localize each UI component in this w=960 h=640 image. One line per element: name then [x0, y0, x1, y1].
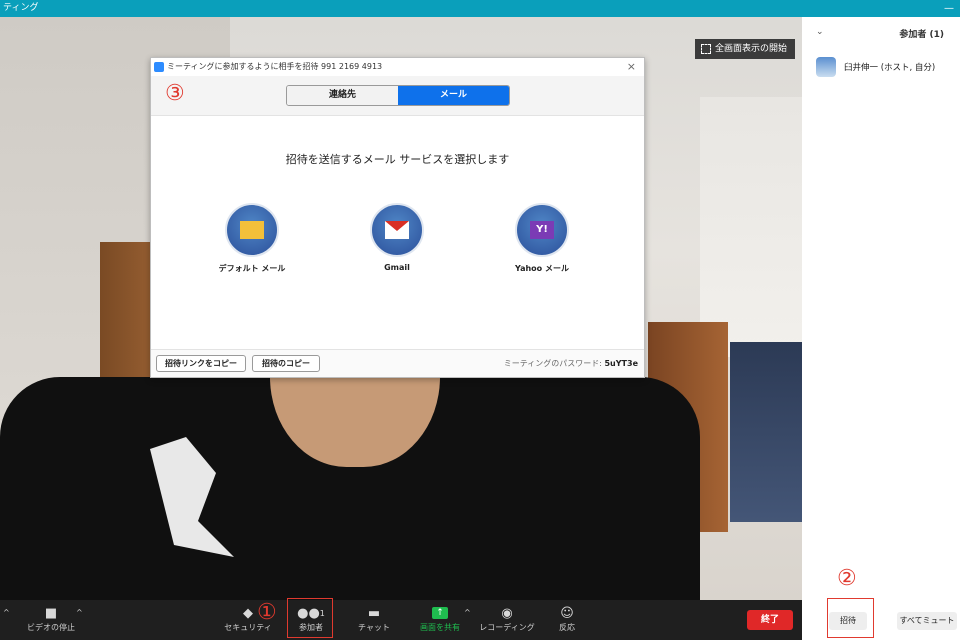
smiley-icon: ☺	[560, 605, 574, 621]
tab-email[interactable]: メール	[398, 86, 509, 105]
close-icon[interactable]: ×	[627, 58, 636, 76]
fullscreen-icon	[701, 44, 711, 54]
participant-name: 臼井伸一 (ホスト, 自分)	[844, 63, 936, 73]
email-services: デフォルト メール Gmail Y! Yahoo メール	[151, 203, 644, 283]
dialog-titlebar: ミーティングに参加するように相手を招待 991 2169 4913 ×	[151, 58, 644, 76]
share-screen-label: 画面を共有	[420, 623, 460, 632]
invite-dialog: ミーティングに参加するように相手を招待 991 2169 4913 × 連絡先 …	[150, 57, 645, 378]
participant-row[interactable]: 臼井伸一 (ホスト, 自分)	[816, 57, 935, 77]
service-label: Yahoo メール	[515, 264, 569, 273]
participants-panel: ⌄ 参加者 (1) 臼井伸一 (ホスト, 自分) 招待 すべてミュート	[802, 17, 960, 640]
panel-header: ⌄ 参加者 (1)	[802, 25, 960, 43]
panel-title: 参加者 (1)	[899, 30, 944, 40]
service-label: Gmail	[384, 263, 410, 272]
dialog-title: ミーティングに参加するように相手を招待 991 2169 4913	[167, 62, 383, 71]
default-mail-icon	[225, 203, 279, 257]
video-caret-icon[interactable]: ^	[76, 608, 83, 617]
reactions-label: 反応	[559, 623, 575, 632]
meeting-password: ミーティングのパスワード: 5uYT3e	[504, 358, 638, 369]
fullscreen-label: 全画面表示の開始	[715, 44, 788, 54]
service-yahoo-mail[interactable]: Y! Yahoo メール	[487, 203, 597, 274]
avatar	[816, 57, 836, 77]
stop-video-label: ビデオの停止	[27, 623, 75, 632]
copy-invitation-button[interactable]: 招待のコピー	[252, 355, 320, 372]
dialog-footer: 招待リンクをコピー 招待のコピー ミーティングのパスワード: 5uYT3e	[151, 349, 644, 377]
chat-label: チャット	[358, 623, 390, 632]
reactions-button[interactable]: ☺ 反応	[532, 604, 602, 633]
service-gmail[interactable]: Gmail	[342, 203, 452, 272]
tab-contacts[interactable]: 連絡先	[287, 86, 398, 105]
highlight-participants	[287, 598, 333, 638]
background-curtain	[730, 342, 802, 522]
annotation-1: ①	[257, 600, 277, 625]
service-default-mail[interactable]: デフォルト メール	[197, 203, 307, 274]
annotation-3: ③	[165, 81, 185, 106]
copy-invite-link-button[interactable]: 招待リンクをコピー	[156, 355, 246, 372]
window-titlebar: ティング —	[0, 0, 960, 17]
meeting-toolbar: ^ ■ ビデオの停止 ^ ◆ セキュリティ ●● 1 参加者 ▬ チャット ↑ …	[0, 600, 802, 640]
zoom-logo-icon	[154, 62, 164, 72]
annotation-2: ②	[837, 566, 857, 591]
fullscreen-button[interactable]: 全画面表示の開始	[695, 39, 795, 59]
dialog-tab-header: 連絡先 メール	[151, 76, 644, 116]
chat-bubble-icon: ▬	[367, 605, 381, 621]
share-caret-icon[interactable]: ^	[464, 608, 471, 617]
password-value: 5uYT3e	[604, 359, 638, 368]
yahoo-mail-icon: Y!	[515, 203, 569, 257]
chevron-down-icon[interactable]: ⌄	[816, 27, 824, 37]
password-label: ミーティングのパスワード:	[503, 359, 602, 368]
highlight-invite	[827, 598, 874, 638]
chat-button[interactable]: ▬ チャット	[339, 604, 409, 633]
mute-all-button[interactable]: すべてミュート	[897, 612, 957, 630]
dialog-heading: 招待を送信するメール サービスを選択します	[285, 153, 510, 166]
window-title: ティング	[3, 3, 39, 13]
background-wall-right	[700, 97, 802, 357]
audio-caret-icon[interactable]: ^	[3, 608, 10, 617]
end-meeting-button[interactable]: 終了	[747, 610, 793, 630]
minimize-button[interactable]: —	[944, 0, 954, 17]
gmail-icon	[370, 203, 424, 257]
service-label: デフォルト メール	[218, 264, 286, 273]
tab-switcher: 連絡先 メール	[286, 85, 510, 106]
